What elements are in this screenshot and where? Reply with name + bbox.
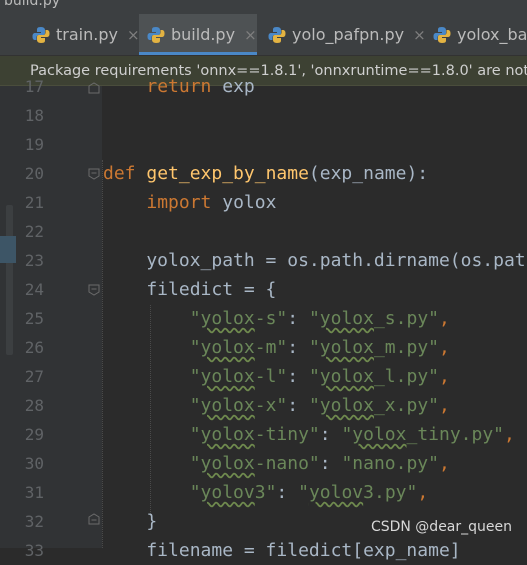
line-number: 30 <box>24 454 44 473</box>
line-code: } <box>103 511 158 532</box>
line-code: def get_exp_by_name(exp_name): <box>103 163 429 184</box>
line-number: 22 <box>24 222 44 241</box>
fold-end-icon[interactable] <box>88 82 100 94</box>
code-line: 28 "yolox-x": "yolox_x.py", <box>0 391 527 420</box>
line-code: "yolox-tiny": "yolox_tiny.py", <box>103 424 515 445</box>
line-code: filedict = { <box>103 279 277 300</box>
code-line: 29 "yolox-tiny": "yolox_tiny.py", <box>0 420 527 449</box>
code-line: 27 "yolox-l": "yolox_l.py", <box>0 362 527 391</box>
code-line: 19 <box>0 130 527 159</box>
code-line: 23 yolox_path = os.path.dirname(os.pat <box>0 246 527 275</box>
code-line: 30 "yolox-nano": "nano.py", <box>0 449 527 478</box>
line-code: return exp <box>146 76 255 97</box>
fold-end-icon[interactable] <box>88 513 100 525</box>
line-number: 21 <box>24 193 44 212</box>
line-number: 24 <box>24 280 44 299</box>
line-code: yolox_path = os.path.dirname(os.pat <box>103 250 526 271</box>
line-code: "yolox-x": "yolox_x.py", <box>103 395 450 416</box>
line-number: 32 <box>24 512 44 531</box>
line-number: 18 <box>24 106 44 125</box>
code-line: 21 import yolox <box>0 188 527 217</box>
fold-start-icon[interactable] <box>88 284 100 296</box>
fold-start-icon[interactable] <box>88 168 100 180</box>
line-number: 19 <box>24 135 44 154</box>
line-code: "yolox-s": "yolox_s.py", <box>103 308 450 329</box>
line-code: "yolox-m": "yolox_m.py", <box>103 337 450 358</box>
line-code: "yolox-l": "yolox_l.py", <box>103 366 450 387</box>
line-code: filename = filedict[exp_name] <box>103 540 461 561</box>
watermark: CSDN @dear_queen <box>370 519 512 535</box>
code-line: 33 filename = filedict[exp_name] <box>0 536 527 565</box>
line-number: 28 <box>24 396 44 415</box>
code-line: 20 def get_exp_by_name(exp_name): <box>0 159 527 188</box>
line-number: 29 <box>24 425 44 444</box>
line-number: 31 <box>24 483 44 502</box>
code-line: 26 "yolox-m": "yolox_m.py", <box>0 333 527 362</box>
line-code: "yolox-nano": "nano.py", <box>103 453 450 474</box>
line-number: 25 <box>24 309 44 328</box>
code-line: 31 "yolov3": "yolov3.py", <box>0 478 527 507</box>
code-line: 18 <box>0 101 527 130</box>
line-number: 26 <box>24 338 44 357</box>
code-line: 25 "yolox-s": "yolox_s.py", <box>0 304 527 333</box>
line-code: "yolov3": "yolov3.py", <box>103 482 429 503</box>
line-number: 33 <box>24 541 44 560</box>
line-code: import yolox <box>146 192 277 213</box>
code-line: 17 return exp <box>0 72 527 101</box>
code-editor[interactable]: 17 return exp 18 19 20 def get_exp_by_na… <box>0 0 527 561</box>
code-line: 24 filedict = { <box>0 275 527 304</box>
line-number: 23 <box>24 251 44 270</box>
line-number: 20 <box>24 164 44 183</box>
line-number: 27 <box>24 367 44 386</box>
code-line: 22 <box>0 217 527 246</box>
line-number: 17 <box>24 77 44 96</box>
